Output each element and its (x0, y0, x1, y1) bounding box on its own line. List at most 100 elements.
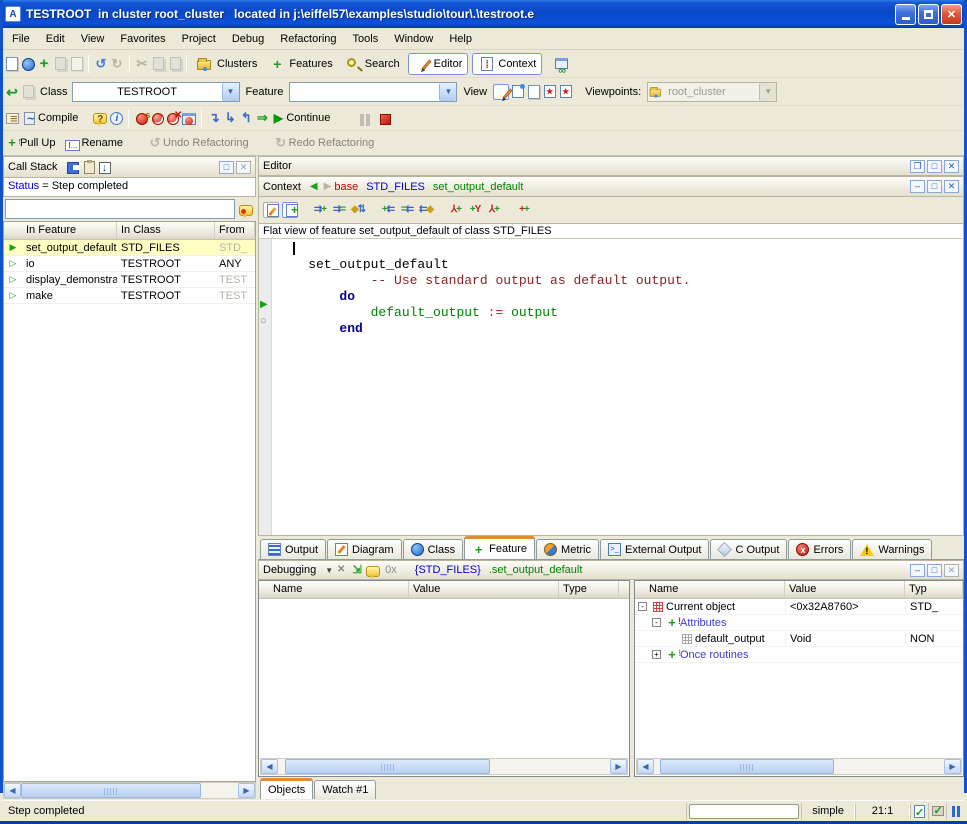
minimize-button[interactable] (895, 4, 916, 25)
call-stack-filter-input[interactable] (5, 199, 235, 219)
undo-refactoring-label[interactable]: Undo Refactoring (163, 137, 249, 149)
tab-output[interactable]: Output (260, 539, 326, 559)
edit-feature-icon[interactable] (263, 202, 279, 218)
step-out-icon[interactable]: ↰ (238, 110, 254, 126)
pull-up-label[interactable]: Pull Up (20, 137, 55, 149)
breakpoint-slot-icon[interactable]: ○ (260, 315, 267, 327)
remove-breakpoints-icon[interactable]: ✕ (165, 110, 181, 126)
tab-errors[interactable]: xErrors (788, 539, 851, 559)
debug-crumb-feature[interactable]: .set_output_default (489, 564, 583, 576)
rename-label[interactable]: Rename (81, 137, 123, 149)
implementers-icon[interactable]: ⅄+ (486, 202, 502, 218)
homonyms-icon[interactable]: ++ (516, 202, 532, 218)
disable-breakpoints-icon[interactable] (149, 110, 165, 126)
menu-item-debug[interactable]: Debug (224, 30, 272, 48)
basic-text-view-icon[interactable] (493, 84, 509, 100)
history-back-icon[interactable]: ◀ (310, 181, 318, 192)
call-stack-maximize-icon[interactable]: □ (219, 161, 234, 174)
viewpoints-dropdown-arrow-icon[interactable]: ▼ (759, 83, 776, 101)
rename-icon[interactable]: I... (65, 135, 81, 151)
assigners-icon[interactable]: ⇉= (331, 202, 347, 218)
scroll-thumb[interactable] (660, 759, 834, 774)
menu-item-favorites[interactable]: Favorites (112, 30, 173, 48)
step-into-icon[interactable]: ↳ (222, 110, 238, 126)
column-header-from[interactable]: From (215, 222, 255, 239)
assignees-icon[interactable]: =⇇ (399, 202, 415, 218)
comment-bubble-icon[interactable] (238, 201, 254, 217)
feature-dropdown-arrow-icon[interactable]: ▼ (439, 83, 456, 101)
context-close-icon[interactable]: ✕ (944, 180, 959, 193)
save-all-icon[interactable] (68, 56, 84, 72)
link-context-icon[interactable] (554, 56, 570, 72)
features-button[interactable]: + Features (263, 53, 338, 75)
context-maximize-icon[interactable]: □ (927, 180, 942, 193)
debug-crumb-class[interactable]: {STD_FILES} (415, 564, 481, 576)
flat-view-icon[interactable] (525, 84, 541, 100)
debugging-maximize-icon[interactable]: □ (927, 564, 942, 577)
step-over-icon[interactable]: ↴ (206, 110, 222, 126)
project-settings-icon[interactable] (4, 110, 20, 126)
editor-restore-icon[interactable]: ❐ (910, 160, 925, 173)
save-icon[interactable] (52, 56, 68, 72)
debugging-minimize-icon[interactable]: – (910, 564, 925, 577)
expand-icon[interactable]: + (652, 650, 661, 659)
undo-refactoring-icon[interactable]: ↺ (147, 135, 163, 151)
run-icon[interactable]: ⇒ (254, 110, 270, 126)
redo-refactoring-label[interactable]: Redo Refactoring (289, 137, 375, 149)
scroll-left-icon[interactable]: ◀ (4, 783, 21, 798)
column-header-in-class[interactable]: In Class (117, 222, 215, 239)
scroll-track[interactable] (654, 759, 944, 774)
tab-diagram[interactable]: Diagram (327, 539, 402, 559)
viewpoints-dropdown[interactable]: root_cluster ▼ (647, 82, 777, 102)
import-stack-icon[interactable]: ↓ (96, 159, 112, 175)
ancestor-versions-icon[interactable]: ⅄+ (448, 202, 464, 218)
scroll-left-icon[interactable]: ◀ (261, 759, 278, 774)
show-breakpoints-window-icon[interactable] (181, 110, 197, 126)
menu-item-file[interactable]: File (4, 30, 38, 48)
breakpoint-gutter[interactable]: ▶ ○ (259, 239, 272, 535)
class-dropdown-arrow-icon[interactable]: ▼ (222, 83, 239, 101)
info-icon[interactable]: i (108, 110, 124, 126)
menu-item-tools[interactable]: Tools (345, 30, 387, 48)
code-editor[interactable]: ▶ ○ set_output_default -- Use standard o… (258, 239, 964, 536)
creators-icon[interactable]: ◆⇅ (350, 202, 366, 218)
pause-icon[interactable] (354, 110, 370, 126)
copy-icon[interactable] (150, 56, 166, 72)
interface-view-icon[interactable] (557, 84, 573, 100)
call-stack-row[interactable]: ▷ioTESTROOTANY (4, 256, 255, 272)
compile-label[interactable]: Compile (38, 112, 78, 124)
add-project-icon[interactable]: + (36, 56, 52, 72)
object-tree-row[interactable]: ++Once routines (635, 647, 963, 663)
object-tree-row[interactable]: -+Attributes (635, 615, 963, 631)
menu-item-window[interactable]: Window (386, 30, 441, 48)
history-forward-icon[interactable]: ▶ (324, 181, 332, 192)
menu-item-edit[interactable]: Edit (38, 30, 73, 48)
clickable-view-icon[interactable] (509, 84, 525, 100)
redo-icon[interactable]: ↻ (109, 56, 125, 72)
class-dropdown[interactable]: TESTROOT ▼ (72, 82, 240, 102)
column-header-in-feature[interactable]: In Feature (4, 222, 117, 239)
call-stack-row[interactable]: ▶set_output_defaultSTD_FILESSTD_ (4, 240, 255, 256)
tab-feature[interactable]: +Feature (464, 536, 535, 559)
object-tree-row[interactable]: -Current object<0x32A8760>STD_ (635, 599, 963, 615)
close-button[interactable]: ✕ (941, 4, 962, 25)
scroll-track[interactable] (21, 783, 238, 798)
debugging-title[interactable]: Debugging (263, 564, 316, 576)
maximize-button[interactable] (918, 4, 939, 25)
scroll-track[interactable] (278, 759, 610, 774)
close-view-icon[interactable]: ✕ (333, 562, 349, 578)
context-toggle-button[interactable]: Context (472, 53, 542, 75)
tab-class[interactable]: Class (403, 539, 464, 559)
search-button[interactable]: Search (339, 53, 406, 75)
call-stack-row[interactable]: ▷makeTESTROOTTEST (4, 288, 255, 304)
menu-item-project[interactable]: Project (174, 30, 224, 48)
clusters-button[interactable]: Clusters (191, 53, 263, 75)
tab-objects[interactable]: Objects (260, 778, 313, 799)
editor-close-icon[interactable]: ✕ (944, 160, 959, 173)
pull-up-icon[interactable]: + (4, 135, 20, 151)
continue-icon[interactable] (270, 110, 286, 126)
menu-item-help[interactable]: Help (441, 30, 480, 48)
menu-item-refactoring[interactable]: Refactoring (272, 30, 344, 48)
call-stack-row[interactable]: ▷display_demonstrat...TESTROOTTEST (4, 272, 255, 288)
column-header-name[interactable]: Name (259, 581, 409, 598)
